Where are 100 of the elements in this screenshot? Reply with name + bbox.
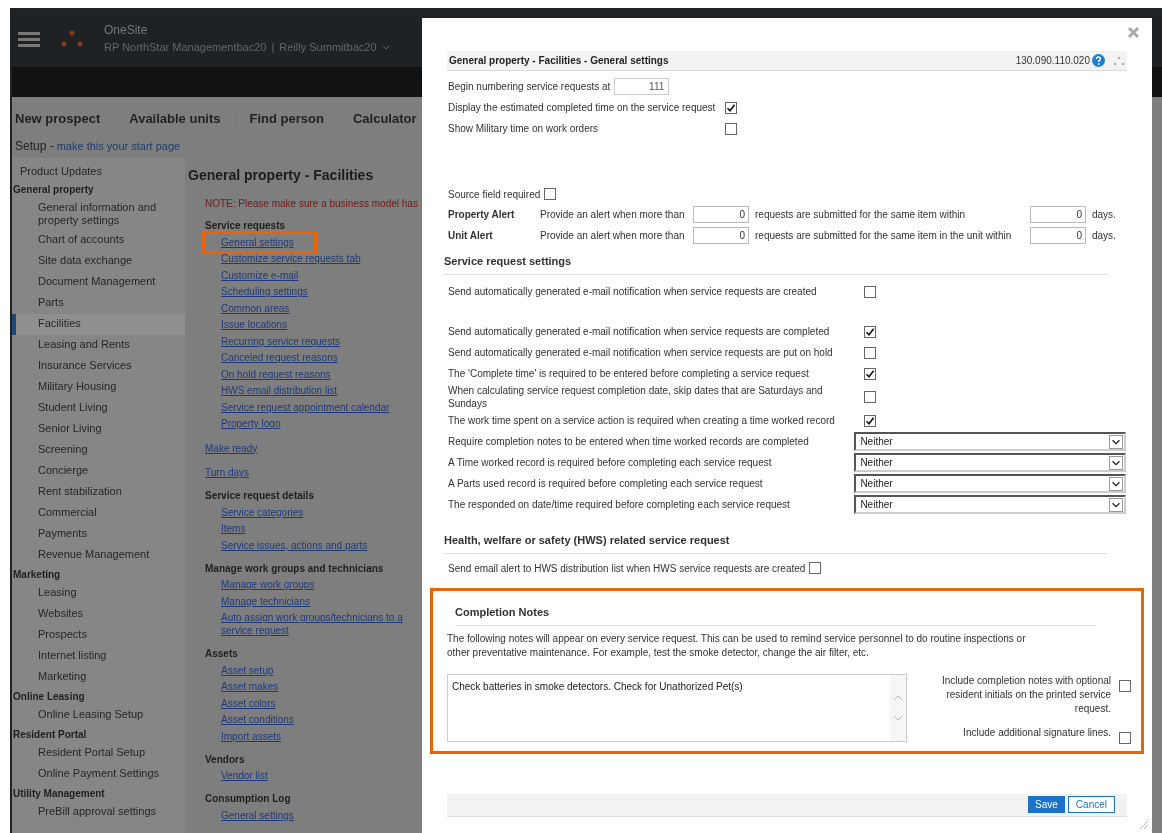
sidebar-item[interactable]: General information and property settings: [12, 198, 185, 230]
checkbox[interactable]: [864, 391, 876, 404]
section-heading: Consumption Log: [205, 792, 291, 806]
settings-link[interactable]: Issue locations: [221, 316, 288, 333]
settings-link[interactable]: Customize service requests tab: [221, 250, 361, 267]
option-label: Send automatically generated e-mail notification when service requests are created: [448, 285, 818, 299]
checkbox[interactable]: [864, 414, 876, 427]
sidebar-item[interactable]: Revenue Management: [12, 545, 185, 566]
nav-link[interactable]: Find person: [235, 108, 339, 129]
sidebar-item[interactable]: Rent stabilization: [12, 482, 185, 503]
sidebar-item[interactable]: Document Management: [12, 272, 185, 293]
sidebar-item[interactable]: Concierge: [12, 461, 185, 482]
option-label: When calculating service request completion date, skip dates that are Saturdays and Sundays: [448, 384, 824, 411]
settings-link[interactable]: Service issues, actions and parts: [221, 537, 368, 554]
section-heading: Service request settings: [444, 255, 572, 268]
checkbox[interactable]: [1119, 679, 1131, 692]
help-icon[interactable]: [1092, 54, 1105, 68]
days-field[interactable]: 0: [1030, 227, 1086, 245]
settings-link[interactable]: Manage work groups: [221, 576, 315, 593]
drag-handle-icon[interactable]: [1113, 55, 1125, 66]
settings-link[interactable]: Vendor list: [221, 767, 268, 784]
nav-link[interactable]: New prospect: [12, 108, 116, 129]
settings-link[interactable]: Items: [221, 520, 246, 537]
settings-link[interactable]: Turn days: [205, 464, 250, 481]
settings-link[interactable]: Asset setup: [221, 662, 274, 679]
settings-link[interactable]: Auto assign work groups/technicians to a service request: [221, 609, 421, 639]
checkbox[interactable]: [1119, 731, 1131, 744]
settings-link[interactable]: Customize e-mail: [221, 267, 299, 284]
menu-icon[interactable]: [18, 30, 40, 47]
sidebar-item[interactable]: Websites: [12, 604, 185, 625]
settings-link[interactable]: On hold request reasons: [221, 366, 331, 383]
save-button[interactable]: Save: [1028, 796, 1065, 814]
settings-link[interactable]: General settings: [221, 807, 294, 824]
settings-link[interactable]: Common areas: [221, 300, 290, 317]
sidebar-item[interactable]: Online Leasing Setup: [12, 705, 185, 726]
sidebar-item[interactable]: Military Housing: [12, 377, 185, 398]
settings-link[interactable]: Service request appointment calendar: [221, 399, 390, 416]
sidebar-item[interactable]: Internet listing: [12, 646, 185, 667]
settings-link[interactable]: Recurring service requests: [221, 333, 340, 350]
sidebar-item[interactable]: Senior Living: [12, 419, 185, 440]
settings-link[interactable]: HWS email distribution list: [221, 382, 338, 399]
sidebar-item[interactable]: Resident Portal Setup: [12, 743, 185, 764]
sidebar-item[interactable]: Marketing: [12, 667, 185, 688]
sidebar-item[interactable]: Student Living: [12, 398, 185, 419]
settings-link[interactable]: Asset colors: [221, 695, 276, 712]
dropdown[interactable]: Neither: [854, 453, 1126, 473]
chevron-down-icon[interactable]: [381, 44, 390, 51]
sidebar-item[interactable]: Facilities: [12, 314, 185, 335]
settings-link[interactable]: Canceled request reasons: [221, 349, 338, 366]
sidebar-item[interactable]: Commercial: [12, 503, 185, 524]
unit-label: days.: [1091, 208, 1116, 223]
number-field[interactable]: 111: [614, 77, 670, 95]
checkbox[interactable]: [864, 367, 876, 380]
checkbox[interactable]: [864, 346, 876, 359]
checkbox[interactable]: [725, 122, 737, 135]
dropdown[interactable]: Neither: [854, 432, 1126, 452]
settings-link[interactable]: Manage technicians: [221, 593, 310, 610]
count-field[interactable]: 0: [693, 206, 749, 224]
sidebar-item[interactable]: PreBill approval settings: [12, 802, 185, 823]
checkbox[interactable]: [864, 285, 876, 298]
checkbox[interactable]: [544, 188, 557, 201]
nav-link[interactable]: Available units: [115, 108, 236, 129]
settings-link[interactable]: Property logo: [221, 415, 281, 432]
sidebar-item[interactable]: Screening: [12, 440, 185, 461]
sidebar-item[interactable]: Prospects: [12, 625, 185, 646]
days-field[interactable]: 0: [1030, 206, 1086, 224]
logo-icon: [60, 28, 84, 49]
sidebar-group-heading: Marketing: [12, 568, 62, 582]
resize-grip-icon[interactable]: [1139, 820, 1149, 830]
checkbox[interactable]: [864, 325, 876, 338]
checkbox[interactable]: [809, 562, 822, 575]
settings-link[interactable]: General settings: [205, 234, 314, 251]
alert-text: Provide an alert when more than: [540, 208, 686, 223]
count-field[interactable]: 0: [693, 227, 749, 245]
sidebar-item[interactable]: Insurance Services: [12, 356, 185, 377]
property-name[interactable]: Reilly Summitbac20: [279, 39, 377, 56]
cancel-button[interactable]: Cancel: [1067, 796, 1115, 814]
settings-link[interactable]: Asset makes: [221, 678, 279, 695]
start-page-link[interactable]: make this your start page: [56, 137, 181, 155]
option-label: Source field required: [448, 187, 541, 202]
sidebar-item[interactable]: Leasing and Rents: [12, 335, 185, 356]
option-label: Show Military time on work orders: [448, 122, 600, 137]
settings-link[interactable]: Import assets: [221, 728, 282, 745]
checkbox[interactable]: [725, 101, 737, 114]
settings-link[interactable]: Make ready: [205, 440, 258, 457]
page-code: 130.090.110.020: [1015, 54, 1090, 69]
sidebar-item[interactable]: Product Updates: [12, 163, 185, 181]
settings-link[interactable]: Scheduling settings: [221, 283, 308, 300]
dropdown[interactable]: Neither: [854, 495, 1126, 515]
sidebar-item[interactable]: Site data exchange: [12, 251, 185, 272]
settings-link[interactable]: Service categories: [221, 504, 304, 521]
notes-textarea[interactable]: Check batteries in smoke detectors. Check for Unathorized Pet(s): [447, 673, 907, 742]
sidebar-item[interactable]: Online Payment Settings: [12, 764, 185, 785]
sidebar-item[interactable]: Payments: [12, 524, 185, 545]
sidebar-item[interactable]: Leasing: [12, 583, 185, 604]
sidebar-item[interactable]: Chart of accounts: [12, 230, 185, 251]
dropdown[interactable]: Neither: [854, 474, 1126, 494]
sidebar-item[interactable]: Parts: [12, 293, 185, 314]
option-label: Send automatically generated e-mail notification when service requests are completed: [448, 325, 831, 339]
settings-link[interactable]: Asset conditions: [221, 711, 294, 728]
